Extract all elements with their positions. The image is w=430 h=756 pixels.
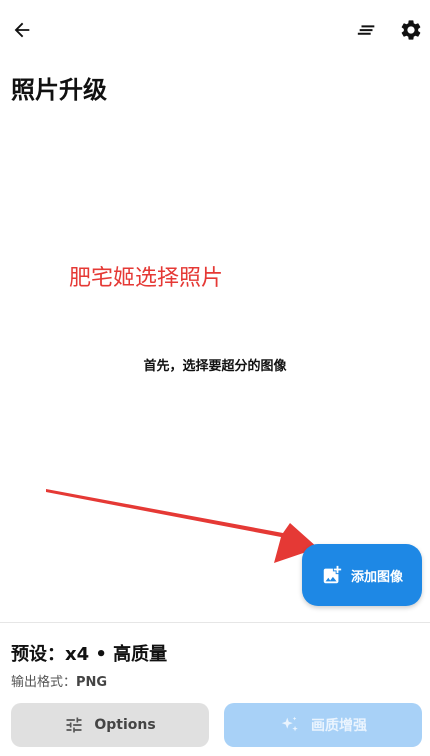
list-icon [357, 25, 375, 35]
page-title: 照片升级 [11, 76, 107, 104]
gear-icon [401, 20, 421, 40]
back-button[interactable] [4, 12, 40, 48]
divider [0, 622, 430, 623]
sparkle-icon [281, 716, 298, 732]
output-format: 输出格式：PNG [11, 671, 107, 690]
add-image-label: 添加图像 [350, 569, 403, 585]
enhance-button[interactable]: 画质增强 [224, 703, 422, 747]
empty-state-hint: 首先，选择要超分的图像 [143, 359, 287, 374]
annotation-text: 肥宅姬选择照片 [69, 266, 224, 291]
add-photo-icon [323, 565, 342, 584]
options-button[interactable]: Options [11, 703, 209, 747]
sliders-icon [66, 717, 82, 733]
options-label: Options [94, 717, 156, 733]
arrow-left-icon [14, 22, 30, 38]
output-format-label: 输出格式： [11, 675, 77, 690]
preset-summary: 预设：x4 • 高质量 [11, 644, 168, 665]
list-button[interactable] [349, 12, 385, 48]
top-app-bar [0, 0, 430, 60]
add-image-button[interactable]: 添加图像 [302, 544, 422, 606]
settings-button[interactable] [393, 12, 429, 48]
enhance-label: 画质增强 [311, 718, 367, 734]
output-format-value: PNG [76, 675, 108, 690]
